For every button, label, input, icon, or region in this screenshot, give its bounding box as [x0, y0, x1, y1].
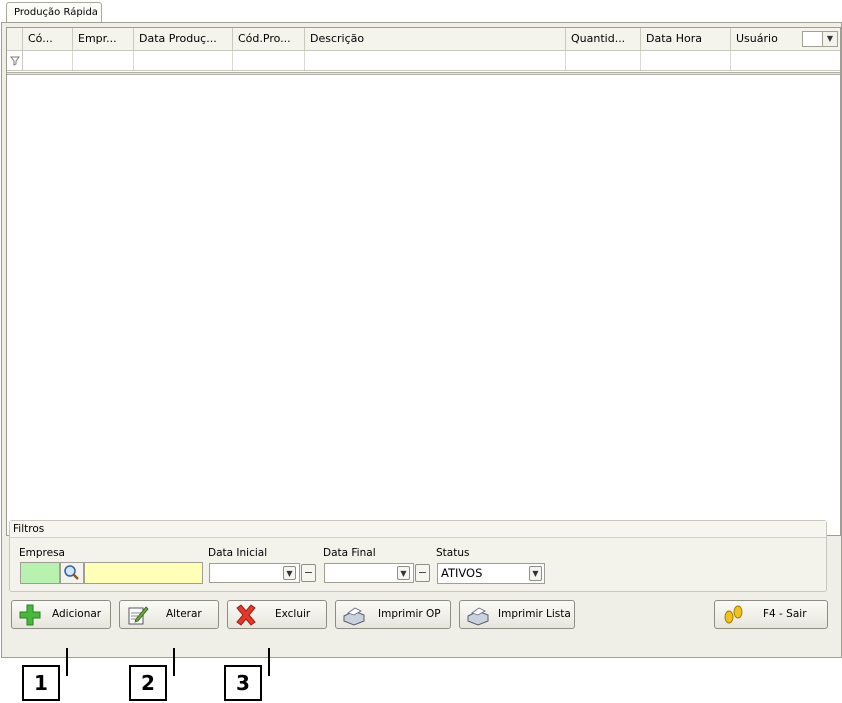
chevron-down-icon[interactable]: ▼	[283, 566, 296, 580]
filter-cell-empresa[interactable]	[73, 51, 134, 70]
data-inicial-label: Data Inicial	[208, 547, 268, 559]
filters-group: Filtros Empresa Data Inicial ▼ − Data Fi…	[9, 520, 827, 592]
callout-pointer-1	[66, 648, 68, 676]
sair-button[interactable]: F4 - Sair	[714, 600, 828, 629]
adicionar-label: Adicionar	[52, 608, 102, 620]
data-inicial-input[interactable]: ▼	[209, 563, 300, 583]
plus-icon	[19, 604, 41, 626]
tab-producao-rapida[interactable]: Produção Rápida	[6, 2, 102, 23]
callout-1: 1	[22, 665, 60, 701]
col-header-cod-produto[interactable]: Cód.Pro...	[233, 28, 305, 50]
imprimir-lista-button[interactable]: Imprimir Lista	[459, 600, 575, 629]
filter-cell-usuario[interactable]	[731, 51, 840, 70]
filter-funnel-icon[interactable]	[7, 51, 23, 70]
filter-cell-cod-produto[interactable]	[233, 51, 305, 70]
grid-header: Có... Empr... Data Produç... Cód.Pro... …	[7, 28, 840, 51]
col-header-empresa[interactable]: Empr...	[73, 28, 134, 50]
filter-cell-data-producao[interactable]	[134, 51, 233, 70]
filter-cell-data-hora[interactable]	[641, 51, 731, 70]
chevron-down-icon[interactable]: ▼	[529, 566, 542, 581]
alterar-label: Alterar	[166, 608, 202, 620]
imprimir-op-label: Imprimir OP	[378, 608, 441, 620]
callout-pointer-3	[268, 648, 270, 676]
chevron-down-icon[interactable]: ▼	[397, 566, 410, 580]
callout-3: 3	[224, 665, 262, 701]
data-final-input[interactable]: ▼	[324, 563, 414, 583]
status-select[interactable]: ATIVOS ▼	[437, 563, 545, 584]
red-x-icon	[236, 604, 256, 626]
empresa-label: Empresa	[19, 547, 65, 559]
alterar-button[interactable]: Alterar	[119, 600, 219, 629]
col-header-quantidade[interactable]: Quantid...	[566, 28, 641, 50]
excluir-button[interactable]: Excluir	[227, 600, 327, 629]
sair-label: F4 - Sair	[763, 608, 807, 620]
callout-2: 2	[129, 665, 167, 701]
printer-icon	[467, 607, 489, 626]
filter-cell-descricao[interactable]	[305, 51, 566, 70]
data-final-clear-button[interactable]: −	[415, 564, 430, 582]
empresa-search-button[interactable]	[60, 562, 84, 584]
filter-cell-codigo[interactable]	[23, 51, 73, 70]
filter-row[interactable]	[7, 51, 840, 71]
col-header-descricao[interactable]: Descrição	[305, 28, 566, 50]
imprimir-lista-label: Imprimir Lista	[498, 608, 571, 620]
data-final-label: Data Final	[323, 547, 376, 559]
empresa-name-input[interactable]	[84, 562, 203, 584]
col-header-usuario[interactable]: Usuário	[731, 28, 807, 50]
adicionar-button[interactable]: Adicionar	[11, 600, 111, 629]
status-label: Status	[436, 547, 470, 559]
excluir-label: Excluir	[275, 608, 311, 620]
data-inicial-clear-button[interactable]: −	[301, 564, 316, 582]
filters-title: Filtros	[10, 521, 826, 538]
printer-icon	[343, 607, 365, 626]
data-grid[interactable]: Có... Empr... Data Produç... Cód.Pro... …	[6, 27, 841, 536]
notepad-edit-icon	[128, 606, 149, 625]
grid-indicator-column	[7, 28, 23, 50]
grid-divider	[7, 72, 840, 75]
footprints-icon	[724, 605, 743, 624]
imprimir-op-button[interactable]: Imprimir OP	[335, 600, 451, 629]
chevron-down-icon[interactable]: ▼	[822, 32, 837, 46]
status-value: ATIVOS	[441, 566, 483, 580]
col-header-data-hora[interactable]: Data Hora	[641, 28, 731, 50]
empresa-code-input[interactable]	[20, 562, 60, 584]
column-chooser[interactable]: ▼	[802, 31, 838, 47]
col-header-codigo[interactable]: Có...	[23, 28, 73, 50]
callout-pointer-2	[173, 648, 175, 676]
filter-cell-quantidade[interactable]	[566, 51, 641, 70]
magnifier-icon	[64, 565, 79, 580]
col-header-data-producao[interactable]: Data Produç...	[134, 28, 233, 50]
